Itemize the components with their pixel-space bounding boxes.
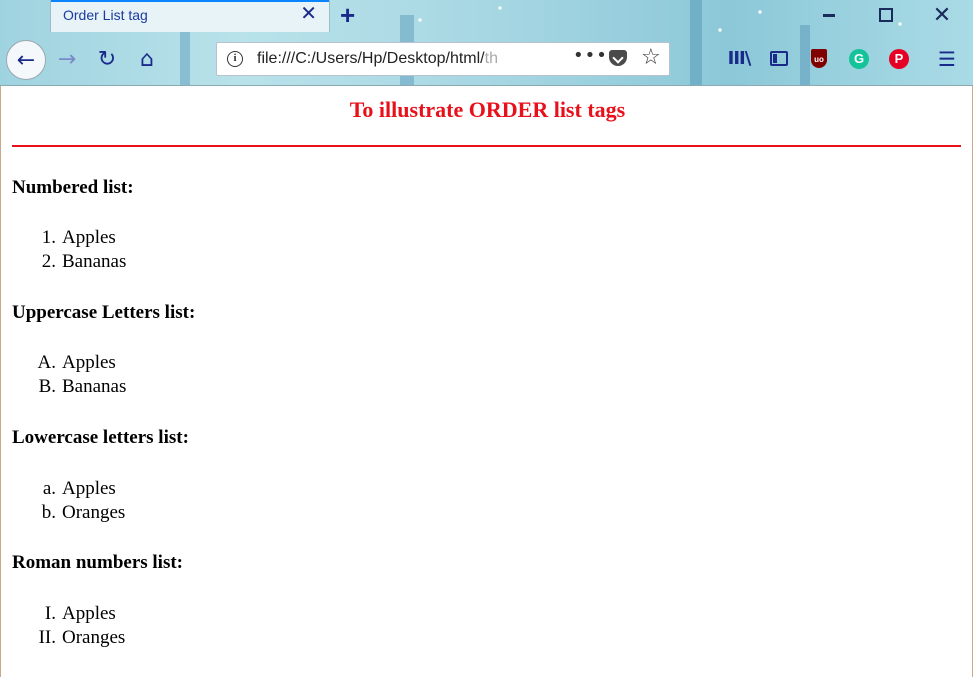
pocket-icon[interactable] bbox=[609, 50, 627, 66]
list-marker: II. bbox=[38, 627, 56, 648]
back-button[interactable]: ← bbox=[6, 40, 46, 80]
section-heading-lowercase: Lowercase letters list: bbox=[12, 427, 189, 448]
list-item-label: Apples bbox=[62, 603, 116, 624]
tab-close-icon[interactable]: ✕ bbox=[300, 4, 317, 24]
site-info-icon[interactable]: i bbox=[227, 51, 243, 67]
list-marker: 2. bbox=[41, 251, 56, 272]
section-heading-numbered: Numbered list: bbox=[12, 177, 134, 198]
list-marker: A. bbox=[37, 352, 56, 373]
sidebar-toggle-icon[interactable] bbox=[764, 44, 794, 74]
list-item-label: Bananas bbox=[62, 376, 127, 397]
bookmark-star-icon[interactable]: ☆ bbox=[641, 45, 661, 70]
theme-decoration bbox=[690, 0, 702, 85]
list-item-label: Oranges bbox=[62, 627, 126, 648]
pinterest-icon[interactable] bbox=[884, 44, 914, 74]
ublock-origin-icon[interactable] bbox=[804, 44, 834, 75]
url-faded: th bbox=[484, 50, 498, 67]
list-marker: b. bbox=[41, 502, 56, 523]
page-title: To illustrate ORDER list tags bbox=[349, 97, 626, 122]
tab-order-list[interactable]: Order List tag ✕ bbox=[50, 0, 330, 32]
url-text[interactable]: file:///C:/Users/Hp/Desktop/html/th bbox=[257, 50, 547, 68]
library-icon[interactable]: III\ bbox=[724, 44, 754, 74]
section-heading-uppercase: Uppercase Letters list: bbox=[12, 302, 196, 323]
list-item-label: Apples bbox=[62, 227, 116, 248]
browser-toolbar: Order List tag ✕ + ✕ ← → ↻ ⌂ i file:///C… bbox=[0, 0, 973, 86]
list-marker: 1. bbox=[41, 227, 56, 248]
new-tab-button[interactable]: + bbox=[340, 2, 355, 28]
list-marker: B. bbox=[38, 376, 56, 397]
window-close-button[interactable]: ✕ bbox=[928, 4, 956, 26]
minimize-button[interactable] bbox=[815, 4, 843, 26]
list-item-label: Oranges bbox=[62, 502, 126, 523]
hamburger-menu-icon[interactable]: ☰ bbox=[932, 44, 962, 74]
address-bar[interactable]: i file:///C:/Users/Hp/Desktop/html/th ••… bbox=[216, 42, 670, 76]
section-heading-roman: Roman numbers list: bbox=[12, 552, 184, 573]
list-item-label: Bananas bbox=[62, 251, 127, 272]
list-item-label: Apples bbox=[62, 478, 116, 499]
grammarly-icon[interactable] bbox=[844, 44, 874, 74]
tab-title: Order List tag bbox=[63, 7, 148, 23]
maximize-button[interactable] bbox=[872, 4, 900, 26]
list-item-label: Apples bbox=[62, 352, 116, 373]
url-main: file:///C:/Users/Hp/Desktop/html/ bbox=[257, 50, 485, 67]
horizontal-rule bbox=[12, 145, 961, 147]
forward-button[interactable]: → bbox=[50, 43, 84, 77]
tab-active-indicator bbox=[51, 0, 329, 2]
list-marker: a. bbox=[42, 478, 56, 499]
page-content: To illustrate ORDER list tags Numbered l… bbox=[0, 86, 973, 677]
list-marker: I. bbox=[44, 603, 56, 624]
page-actions-icon[interactable]: ••• bbox=[573, 45, 608, 66]
home-button[interactable]: ⌂ bbox=[130, 43, 164, 77]
reload-button[interactable]: ↻ bbox=[90, 43, 124, 77]
